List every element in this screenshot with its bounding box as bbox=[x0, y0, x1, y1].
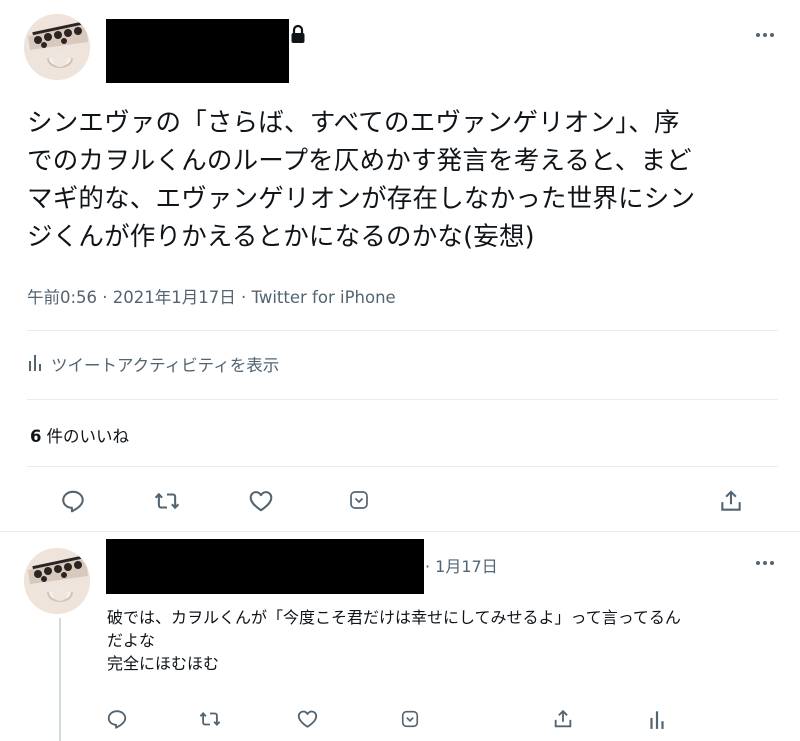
divider bbox=[27, 466, 778, 467]
reply-icon bbox=[107, 710, 127, 729]
main-avatar[interactable] bbox=[24, 14, 90, 80]
tweet-activity-link[interactable]: ツイートアクティビティを表示 bbox=[27, 352, 279, 376]
reply-button[interactable] bbox=[58, 486, 88, 516]
divider bbox=[27, 330, 778, 331]
tweet-text-line: マギ的な、エヴァンゲリオンが存在しなかった世界にシン bbox=[27, 184, 696, 214]
lock-icon bbox=[289, 24, 307, 44]
tweet-text-line: でのカヲルくんのループを仄めかす発言を考えると、まど bbox=[27, 146, 692, 176]
likes-link[interactable]: 6 件のいいね bbox=[30, 423, 129, 447]
retweet-icon bbox=[154, 492, 180, 510]
reply-share-button[interactable] bbox=[550, 706, 576, 732]
analytics-icon bbox=[650, 711, 664, 729]
redacted-reply-username bbox=[106, 539, 424, 594]
reply-icon bbox=[62, 490, 84, 513]
likes-count: 6 bbox=[30, 427, 42, 446]
retweet-icon bbox=[199, 711, 221, 727]
reply-reply-button[interactable] bbox=[104, 706, 130, 732]
tweet-text-line: シンエヴァの「さらば、すべてのエヴァンゲリオン」、序 bbox=[27, 108, 680, 138]
share-icon bbox=[721, 490, 741, 511]
tweet-text-line: ジくんが作りかえるとかになるのかな(妄想) bbox=[27, 222, 535, 252]
like-button[interactable] bbox=[246, 486, 276, 516]
like-icon bbox=[297, 710, 317, 728]
reply-text-line: 破では、カヲルくんが「今度こそ君だけは幸せにしてみせるよ」って言ってるん bbox=[107, 608, 681, 627]
bookmark-icon bbox=[401, 710, 419, 728]
divider bbox=[27, 399, 778, 400]
bookmark-icon bbox=[350, 491, 368, 509]
reply-text-line: 完全にほむほむ bbox=[107, 654, 220, 673]
like-icon bbox=[249, 491, 273, 512]
analytics-icon bbox=[27, 352, 43, 376]
bookmark-button[interactable] bbox=[345, 487, 373, 513]
reply-date[interactable]: · 1月17日 bbox=[425, 553, 498, 577]
more-options-icon[interactable] bbox=[753, 553, 777, 573]
reply-text-line: だよな bbox=[107, 631, 156, 650]
tweet-meta[interactable]: 午前0:56 · 2021年1月17日 · Twitter for iPhone bbox=[27, 284, 396, 308]
reply-retweet-button[interactable] bbox=[196, 706, 224, 732]
activity-label: ツイートアクティビティを表示 bbox=[51, 356, 280, 375]
reply-text: 破では、カヲルくんが「今度こそ君だけは幸せにしてみせるよ」って言ってるん だよな… bbox=[107, 606, 777, 675]
share-button[interactable] bbox=[716, 486, 746, 516]
reply-avatar[interactable] bbox=[24, 548, 90, 614]
more-options-icon[interactable] bbox=[753, 25, 777, 45]
tweet-separator bbox=[0, 531, 800, 539]
reply-bookmark-button[interactable] bbox=[397, 707, 423, 731]
retweet-button[interactable] bbox=[151, 486, 183, 516]
redacted-username bbox=[106, 19, 289, 83]
reply-like-button[interactable] bbox=[294, 706, 320, 732]
tweet-text: シンエヴァの「さらば、すべてのエヴァンゲリオン」、序 でのカヲルくんのループを仄… bbox=[27, 104, 772, 256]
thread-line bbox=[59, 618, 61, 741]
likes-label: 件のいいね bbox=[46, 427, 129, 446]
reply-analytics-button[interactable] bbox=[644, 706, 670, 732]
share-icon bbox=[554, 709, 572, 728]
